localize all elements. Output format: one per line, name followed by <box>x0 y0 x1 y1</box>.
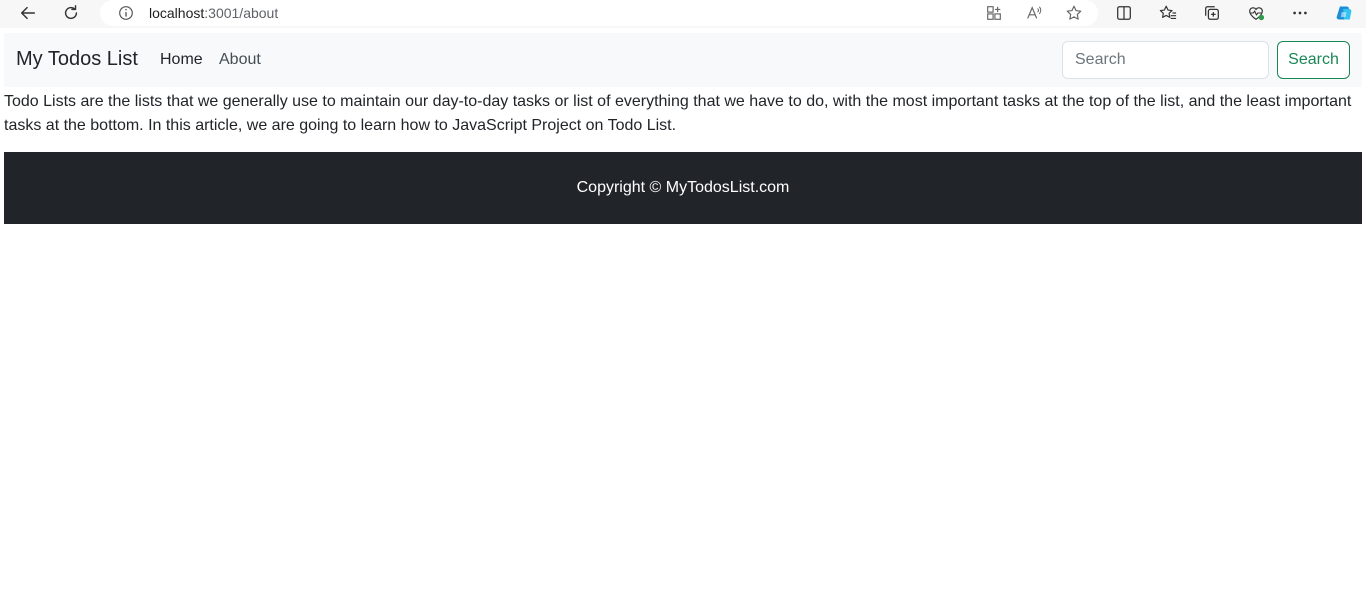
favorites-button[interactable] <box>1154 0 1182 26</box>
about-paragraph: Todo Lists are the lists that we general… <box>4 93 1352 134</box>
footer-copyright: Copyright © MyTodosList.com <box>576 179 790 196</box>
copilot-button[interactable] <box>1330 0 1358 26</box>
read-aloud-button[interactable] <box>1020 0 1048 26</box>
address-bar[interactable]: localhost:3001/about <box>100 0 1098 26</box>
url-text[interactable]: localhost:3001/about <box>149 5 278 21</box>
url-host: localhost <box>149 5 205 21</box>
performance-button[interactable] <box>1242 0 1270 26</box>
performance-icon <box>1249 7 1265 21</box>
favorites-icon <box>1159 5 1177 19</box>
nav-link-about[interactable]: About <box>219 51 261 69</box>
navbar: My Todos List Home About Search <box>4 33 1362 87</box>
copilot-icon <box>1336 6 1352 20</box>
more-icon <box>1293 11 1307 15</box>
star-icon <box>1066 5 1082 20</box>
search-button[interactable]: Search <box>1277 41 1350 79</box>
collections-icon <box>1205 6 1219 20</box>
split-screen-icon <box>1117 6 1131 20</box>
more-button[interactable] <box>1286 0 1314 26</box>
search-input[interactable] <box>1062 41 1269 79</box>
read-aloud-icon <box>1027 6 1042 19</box>
collections-button[interactable] <box>1198 0 1226 26</box>
info-icon[interactable] <box>117 4 135 22</box>
reload-button[interactable] <box>57 0 85 26</box>
favorite-button[interactable] <box>1060 0 1088 26</box>
back-button[interactable] <box>14 0 42 26</box>
browser-toolbar: localhost:3001/about <box>0 0 1366 28</box>
arrow-left-icon <box>20 6 36 20</box>
footer: Copyright © MyTodosList.com <box>4 152 1362 224</box>
url-path: :3001/about <box>204 5 279 21</box>
apps-icon <box>987 6 1001 20</box>
nav-link-home[interactable]: Home <box>160 51 203 69</box>
split-screen-button[interactable] <box>1110 0 1138 26</box>
navbar-brand[interactable]: My Todos List <box>16 48 138 71</box>
apps-button[interactable] <box>980 0 1008 26</box>
reload-icon <box>64 5 78 20</box>
